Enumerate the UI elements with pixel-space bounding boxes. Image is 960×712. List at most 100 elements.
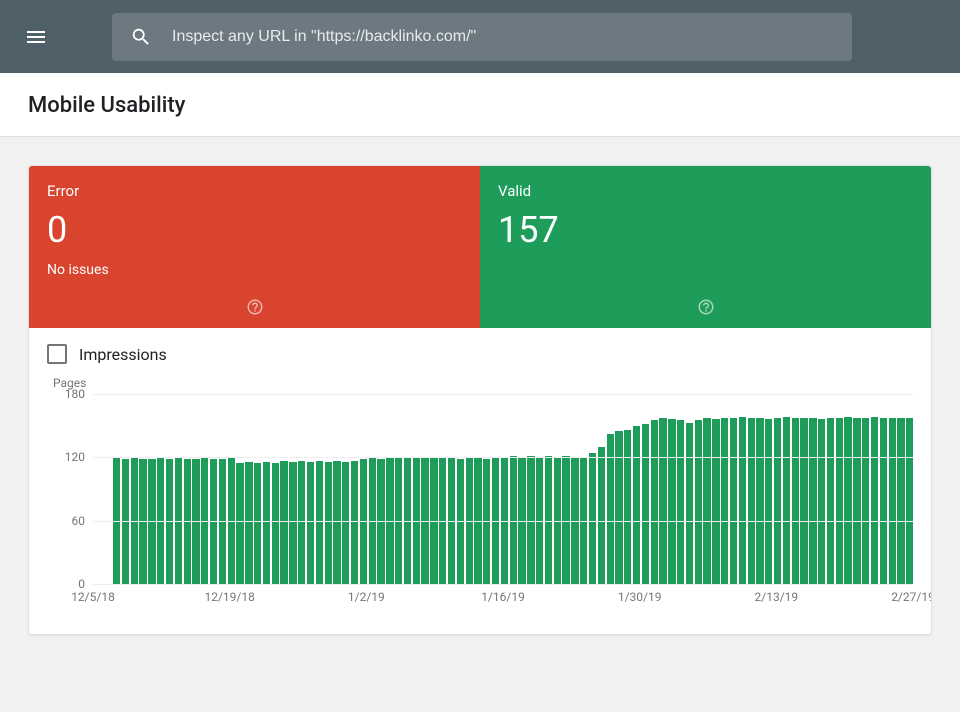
- bar: [589, 453, 596, 584]
- menu-button[interactable]: [16, 17, 56, 57]
- x-tick-label: 2/13/19: [755, 590, 799, 604]
- bar: [818, 419, 825, 584]
- x-tick-label: 12/5/18: [71, 590, 115, 604]
- bar: [686, 423, 693, 585]
- bar: [651, 420, 658, 584]
- help-icon[interactable]: [697, 298, 715, 320]
- bar: [668, 419, 675, 584]
- bar: [748, 418, 755, 584]
- chart-plot: 060120180: [93, 394, 913, 584]
- y-tick-label: 0: [53, 577, 85, 591]
- hamburger-icon: [24, 25, 48, 49]
- stat-error[interactable]: Error 0 No issues: [29, 166, 480, 328]
- bar: [827, 418, 834, 584]
- bar: [695, 420, 702, 584]
- chart-bars: [93, 394, 913, 584]
- bar: [730, 418, 737, 584]
- bar: [739, 417, 746, 584]
- bar: [289, 462, 296, 584]
- bar: [880, 418, 887, 584]
- bar: [280, 461, 287, 585]
- impressions-label: Impressions: [79, 345, 167, 364]
- bar: [677, 420, 684, 584]
- impressions-checkbox[interactable]: [47, 344, 67, 364]
- x-axis-labels: 12/5/1812/19/181/2/191/16/191/30/192/13/…: [93, 590, 913, 614]
- bar: [642, 424, 649, 584]
- bar: [236, 463, 243, 584]
- chart: Pages 060120180 12/5/1812/19/181/2/191/1…: [47, 394, 913, 614]
- stat-error-label: Error: [47, 182, 462, 200]
- bar: [906, 418, 913, 584]
- stat-valid-label: Valid: [498, 182, 913, 200]
- gridline: [93, 394, 913, 395]
- bar: [148, 459, 155, 584]
- y-tick-label: 180: [53, 387, 85, 401]
- bar: [166, 459, 173, 584]
- stat-error-note: No issues: [47, 262, 462, 278]
- report-card: Error 0 No issues Valid 157 Impressions: [28, 165, 932, 635]
- bar: [360, 459, 367, 584]
- bar: [122, 459, 129, 584]
- bar: [245, 462, 252, 584]
- bar: [139, 459, 146, 584]
- y-tick-label: 60: [53, 514, 85, 528]
- bar: [342, 462, 349, 584]
- x-tick-label: 1/30/19: [618, 590, 662, 604]
- bar: [624, 430, 631, 584]
- bar: [333, 461, 340, 585]
- bar: [703, 418, 710, 584]
- bar: [263, 462, 270, 584]
- bar: [765, 419, 772, 584]
- search-box[interactable]: [112, 13, 852, 61]
- bar: [712, 419, 719, 584]
- bar: [325, 462, 332, 584]
- x-tick-label: 2/27/19: [891, 590, 932, 604]
- search-icon: [130, 26, 152, 48]
- search-input[interactable]: [172, 28, 834, 46]
- bar: [862, 418, 869, 584]
- bar: [307, 462, 314, 584]
- impressions-toggle[interactable]: Impressions: [47, 344, 913, 364]
- bar: [210, 459, 217, 584]
- chart-area: Impressions Pages 060120180 12/5/1812/19…: [29, 328, 931, 634]
- x-tick-label: 12/19/18: [204, 590, 254, 604]
- x-tick-label: 1/16/19: [481, 590, 525, 604]
- stats-row: Error 0 No issues Valid 157: [29, 166, 931, 328]
- bar: [836, 418, 843, 584]
- content: Error 0 No issues Valid 157 Impressions: [0, 137, 960, 663]
- stat-error-count: 0: [47, 212, 462, 248]
- bar: [844, 417, 851, 584]
- x-tick-label: 1/2/19: [348, 590, 385, 604]
- bar: [809, 418, 816, 584]
- bar: [192, 459, 199, 584]
- bar: [756, 418, 763, 584]
- bar: [897, 418, 904, 584]
- bar: [853, 418, 860, 584]
- gridline: [93, 584, 913, 585]
- help-icon[interactable]: [246, 298, 264, 320]
- bar: [889, 418, 896, 584]
- title-row: Mobile Usability: [0, 73, 960, 137]
- bar: [254, 463, 261, 584]
- gridline: [93, 457, 913, 458]
- bar: [457, 459, 464, 584]
- app-header: [0, 0, 960, 73]
- bar: [721, 418, 728, 584]
- stat-valid-count: 157: [498, 212, 913, 248]
- bar: [184, 459, 191, 584]
- bar: [316, 461, 323, 585]
- bar: [483, 459, 490, 584]
- bar: [659, 418, 666, 584]
- stat-valid[interactable]: Valid 157: [480, 166, 931, 328]
- bar: [792, 418, 799, 584]
- bar: [633, 426, 640, 584]
- bar: [598, 447, 605, 584]
- bar: [871, 417, 878, 584]
- bar: [377, 459, 384, 584]
- bar: [783, 417, 790, 584]
- gridline: [93, 521, 913, 522]
- bar: [800, 418, 807, 584]
- bar: [351, 461, 358, 585]
- bar: [774, 418, 781, 584]
- bar: [219, 459, 226, 584]
